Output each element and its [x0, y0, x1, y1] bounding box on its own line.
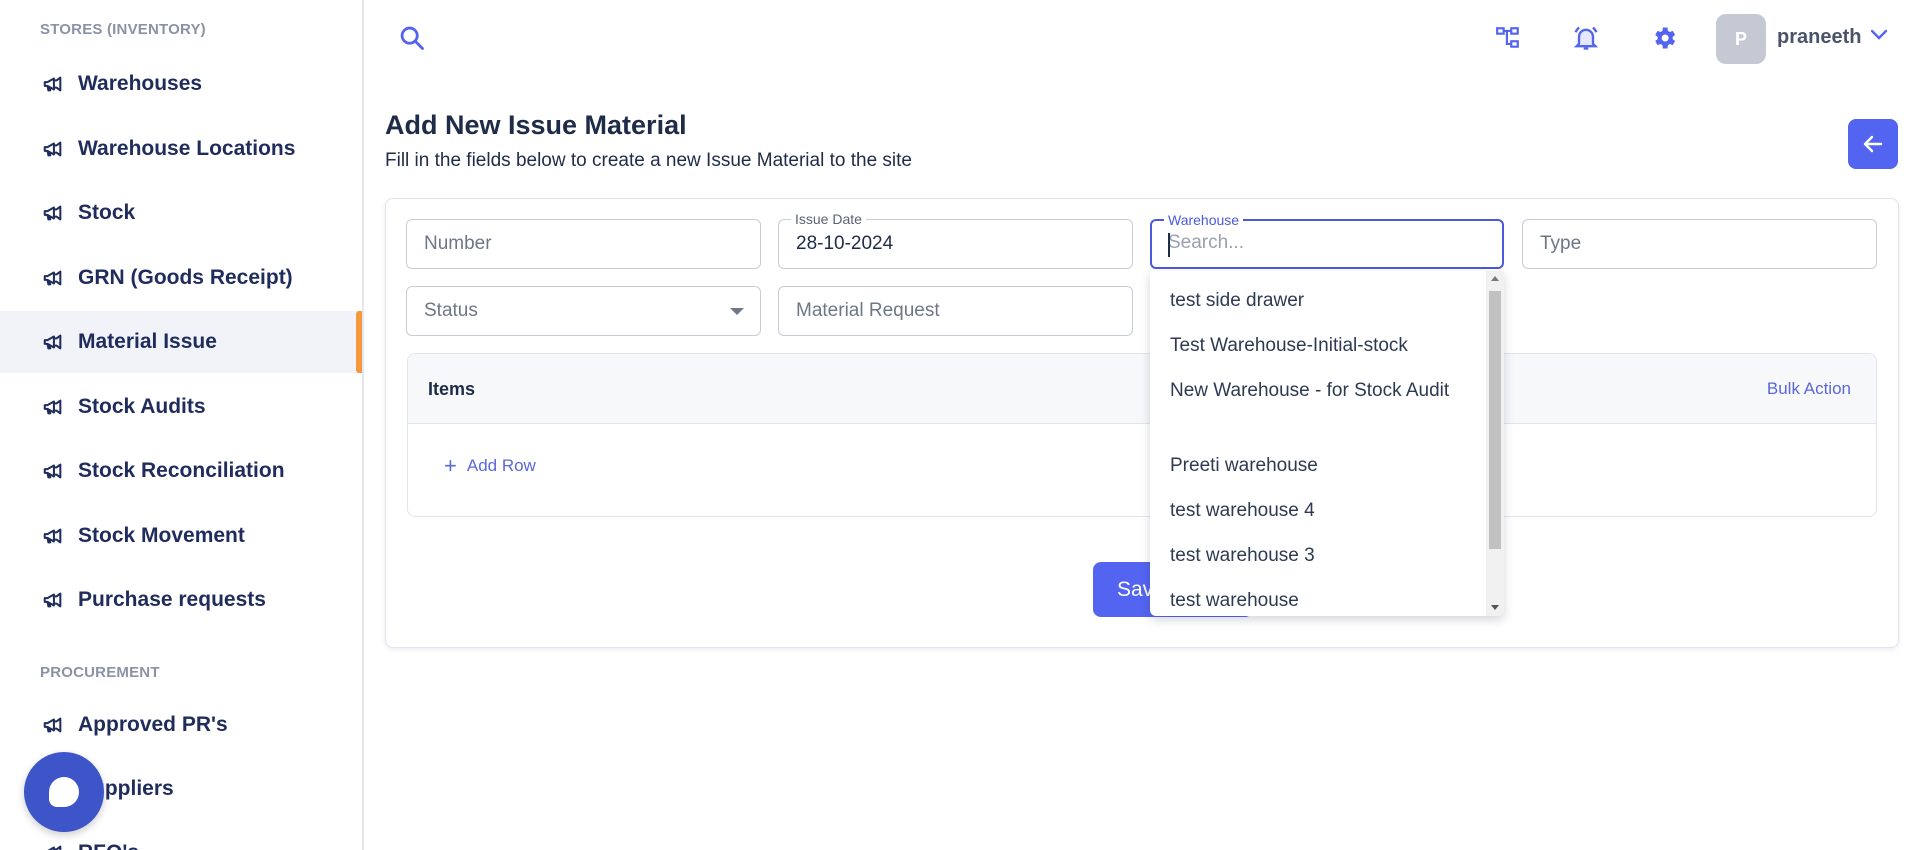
bell-icon[interactable] — [1570, 22, 1602, 54]
warehouse-field[interactable]: Warehouse — [1150, 212, 1504, 269]
sidebar-item-label: Warehouse Locations — [78, 137, 296, 160]
search-icon[interactable] — [398, 24, 426, 52]
megaphone-icon — [42, 589, 64, 611]
megaphone-icon — [42, 460, 64, 482]
status-placeholder: Status — [424, 300, 478, 321]
issue-date-label: Issue Date — [791, 211, 866, 227]
sidebar-item-approved-prs[interactable]: Approved PR's — [0, 694, 362, 756]
sidebar-item-warehouse-locations[interactable]: Warehouse Locations — [0, 118, 362, 180]
sidebar-item-label: Material Issue — [78, 330, 217, 353]
bulk-action-button[interactable]: Bulk Action — [1767, 379, 1851, 399]
sidebar-item-label: Purchase requests — [78, 588, 266, 611]
issue-date-field[interactable]: Issue Date 28-10-2024 — [778, 211, 1133, 269]
chat-launcher-button[interactable] — [24, 752, 104, 832]
warehouse-option[interactable]: test side drawer — [1170, 286, 1470, 316]
username[interactable]: praneeth — [1777, 26, 1861, 49]
back-button[interactable] — [1848, 119, 1898, 169]
sidebar-item-purchase-requests[interactable]: Purchase requests — [0, 569, 362, 631]
sidebar-item-label: Stock Audits — [78, 395, 206, 418]
add-row-label: Add Row — [466, 456, 536, 475]
page-subtitle: Fill in the fields below to create a new… — [385, 150, 912, 171]
dropdown-arrow-icon — [730, 308, 744, 315]
sidebar-item-label: Stock Movement — [78, 524, 245, 547]
megaphone-icon — [42, 138, 64, 160]
issue-date-value: 28-10-2024 — [796, 233, 894, 254]
status-select[interactable]: Status — [406, 286, 761, 336]
sidebar-item-stock-movement[interactable]: Stock Movement — [0, 505, 362, 567]
number-field[interactable]: Number — [406, 219, 761, 269]
sidebar: STORES (INVENTORY) Warehouses Warehouse … — [0, 0, 364, 850]
items-title: Items — [428, 379, 476, 399]
warehouse-option-list: test side drawer Test Warehouse-Initial-… — [1150, 271, 1486, 616]
warehouse-label: Warehouse — [1164, 212, 1244, 228]
megaphone-icon — [42, 525, 64, 547]
sidebar-section-procurement: PROCUREMENT — [40, 664, 160, 681]
sidebar-item-stock[interactable]: Stock — [0, 182, 362, 244]
megaphone-icon — [42, 396, 64, 418]
warehouse-search-input[interactable] — [1168, 232, 1468, 254]
app-root: STORES (INVENTORY) Warehouses Warehouse … — [0, 0, 1920, 850]
hierarchy-icon[interactable] — [1492, 22, 1524, 54]
warehouse-dropdown: test side drawer Test Warehouse-Initial-… — [1150, 271, 1504, 616]
text-cursor — [1168, 233, 1170, 257]
gear-icon[interactable] — [1648, 22, 1680, 54]
megaphone-icon — [42, 73, 64, 95]
sidebar-item-grn[interactable]: GRN (Goods Receipt) — [0, 247, 362, 309]
sidebar-item-stock-audits[interactable]: Stock Audits — [0, 376, 362, 438]
scroll-down-icon[interactable] — [1491, 605, 1499, 610]
sidebar-item-label: GRN (Goods Receipt) — [78, 266, 293, 289]
megaphone-icon — [42, 714, 64, 736]
warehouse-option[interactable]: test warehouse 4 — [1170, 496, 1470, 526]
items-section: Items Bulk Action + Add Row — [407, 353, 1877, 517]
material-request-field[interactable]: Material Request — [778, 286, 1133, 336]
scroll-up-icon[interactable] — [1491, 276, 1499, 281]
warehouse-option[interactable]: New Warehouse - for Stock Audit — [1170, 376, 1470, 406]
add-row-button[interactable]: + Add Row — [444, 455, 536, 477]
page-title: Add New Issue Material — [385, 110, 687, 140]
type-placeholder: Type — [1540, 233, 1582, 254]
plus-icon: + — [444, 453, 457, 478]
megaphone-icon — [42, 202, 64, 224]
sidebar-item-stock-reconciliation[interactable]: Stock Reconciliation — [0, 440, 362, 502]
warehouse-option[interactable]: Test Warehouse-Initial-stock — [1170, 331, 1470, 361]
sidebar-item-material-issue[interactable]: Material Issue — [0, 311, 362, 373]
warehouse-option[interactable]: test warehouse 3 — [1170, 541, 1470, 571]
type-field[interactable]: Type — [1522, 219, 1877, 269]
warehouse-option[interactable]: Preeti warehouse — [1170, 451, 1470, 481]
megaphone-icon — [42, 267, 64, 289]
sidebar-item-label: Stock — [78, 201, 136, 224]
chat-icon — [49, 777, 79, 807]
sidebar-item-label: Approved PR's — [78, 713, 228, 736]
chevron-down-icon[interactable] — [1868, 26, 1890, 44]
warehouse-option[interactable]: test warehouse — [1170, 586, 1470, 616]
items-header: Items Bulk Action — [408, 354, 1876, 424]
sidebar-item-warehouses[interactable]: Warehouses — [0, 53, 362, 115]
number-placeholder: Number — [424, 233, 492, 254]
avatar[interactable]: P — [1716, 14, 1766, 64]
sidebar-item-label: Warehouses — [78, 72, 203, 95]
sidebar-section-inventory: STORES (INVENTORY) — [40, 21, 206, 38]
megaphone-icon — [42, 331, 64, 353]
scrollbar-thumb[interactable] — [1489, 291, 1501, 549]
sidebar-item-label: RFQ's — [78, 841, 139, 850]
arrow-left-icon — [1863, 135, 1883, 153]
dropdown-scrollbar[interactable] — [1486, 271, 1504, 616]
material-request-placeholder: Material Request — [796, 300, 940, 321]
megaphone-icon — [42, 842, 64, 850]
sidebar-item-label: Stock Reconciliation — [78, 459, 285, 482]
